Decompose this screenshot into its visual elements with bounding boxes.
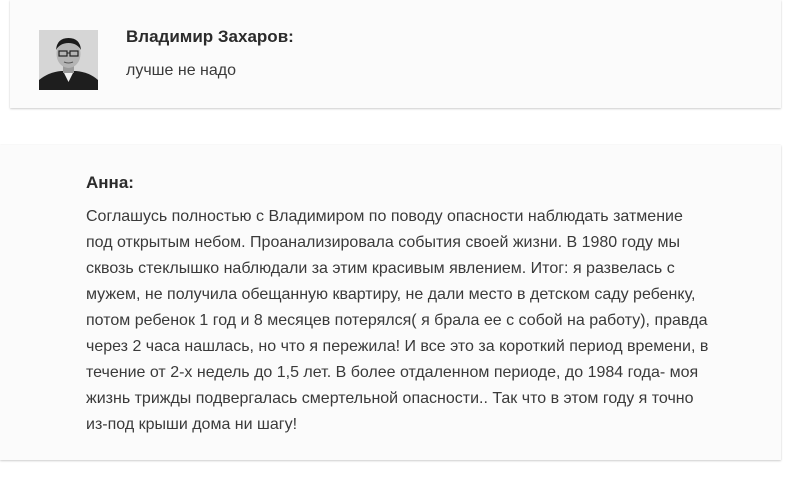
- comment-card: Владимир Захаров: лучше не надо: [10, 0, 781, 108]
- comment-text-line: сквозь стеклышко наблюдали за этим краси…: [86, 260, 675, 277]
- comment-card: Анна: Соглашусь полностью с Владимиром п…: [0, 145, 781, 460]
- comment-text-line: жизнь трижды подвергалась смертельной оп…: [86, 390, 694, 407]
- comment-author: Владимир Захаров:: [126, 27, 294, 46]
- comment-text-line: под открытым небом. Проанализировала соб…: [86, 234, 680, 251]
- comment-text-line: потом ребенок 1 год и 8 месяцев потерялс…: [86, 312, 708, 329]
- comment-text: Соглашусь полностью с Владимиром по пово…: [86, 204, 766, 438]
- comment-text: лучше не надо: [126, 62, 236, 79]
- comment-text-line: Соглашусь полностью с Владимиром по пово…: [86, 208, 683, 225]
- comment-text-line: течение от 2-х недель до 1,5 лет. В боле…: [86, 364, 699, 381]
- comment-text-line: из-под крыши дома ни шагу!: [86, 416, 298, 433]
- comment-text-line: через 2 часа нашлась, но что я пережила!…: [86, 338, 709, 355]
- comment-author: Анна:: [86, 173, 134, 192]
- comment-text-line: мужем, не получила обещанную квартиру, н…: [86, 286, 696, 303]
- user-photo-icon: [39, 30, 98, 90]
- avatar: [39, 30, 98, 90]
